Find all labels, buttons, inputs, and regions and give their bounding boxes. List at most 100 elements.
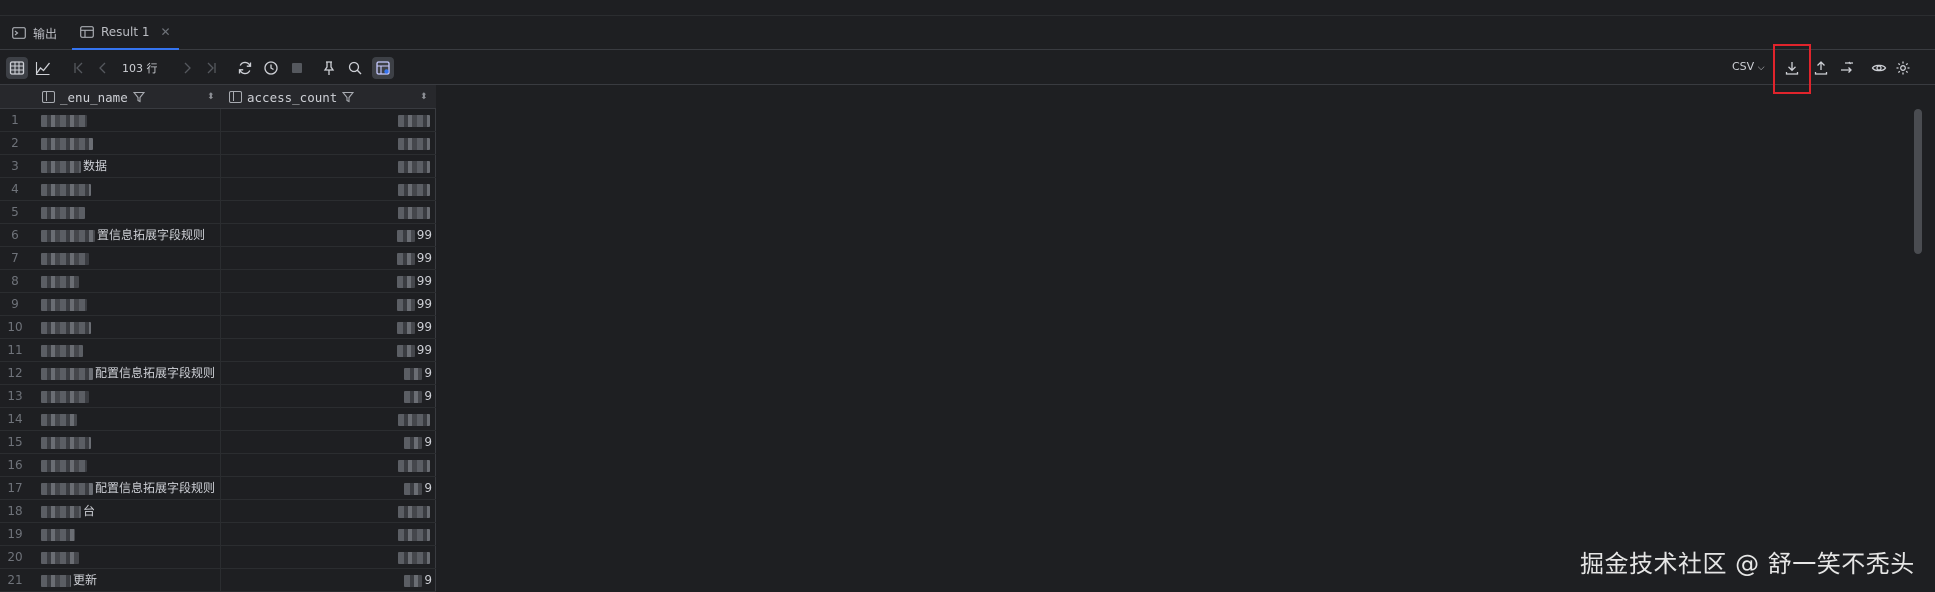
next-page-icon[interactable] xyxy=(176,57,198,79)
grid-view-icon[interactable] xyxy=(6,57,28,79)
redacted-block xyxy=(41,367,93,380)
tab-result-1[interactable]: Result 1 ✕ xyxy=(72,16,179,50)
cell-access-count[interactable] xyxy=(222,408,436,431)
table-row[interactable]: 6 置信息拓展字段规则 99 xyxy=(0,224,436,247)
row-number: 14 xyxy=(7,412,23,426)
compare-icon[interactable] xyxy=(1836,57,1858,79)
cell-menu-name[interactable] xyxy=(41,270,221,293)
cell-access-count[interactable]: 99 xyxy=(222,339,436,362)
pin-icon[interactable] xyxy=(318,57,340,79)
upload-icon[interactable] xyxy=(1810,57,1832,79)
chart-view-icon[interactable] xyxy=(32,57,54,79)
cell-access-count[interactable] xyxy=(222,178,436,201)
table-row[interactable]: 19 xyxy=(0,523,436,546)
table-row[interactable]: 13 9 xyxy=(0,385,436,408)
table-row[interactable]: 10 99 xyxy=(0,316,436,339)
cell-access-count[interactable] xyxy=(222,523,436,546)
cell-text: 更新 xyxy=(73,573,98,587)
table-row[interactable]: 2 xyxy=(0,132,436,155)
cell-menu-name[interactable]: 置信息拓展字段规则 xyxy=(41,224,221,247)
cell-access-count[interactable] xyxy=(222,546,436,569)
cell-access-count[interactable] xyxy=(222,132,436,155)
table-row[interactable]: 9 99 xyxy=(0,293,436,316)
cell-access-count[interactable] xyxy=(222,109,436,132)
view-settings-icon[interactable] xyxy=(372,57,394,79)
stop-icon[interactable] xyxy=(286,57,308,79)
cell-menu-name[interactable] xyxy=(41,431,221,454)
cell-access-count[interactable]: 9 xyxy=(222,431,436,454)
cell-menu-name[interactable] xyxy=(41,385,221,408)
table-row[interactable]: 1 xyxy=(0,109,436,132)
history-icon[interactable] xyxy=(260,57,282,79)
redacted-block xyxy=(398,551,430,564)
filter-icon[interactable] xyxy=(342,91,355,103)
cell-menu-name[interactable]: 台 xyxy=(41,500,221,523)
cell-menu-name[interactable] xyxy=(41,339,221,362)
table-row[interactable]: 8 99 xyxy=(0,270,436,293)
cell-access-count[interactable]: 9 xyxy=(222,569,436,592)
cell-access-count[interactable]: 9 xyxy=(222,362,436,385)
cell-access-count[interactable] xyxy=(222,201,436,224)
cell-menu-name[interactable]: 配置信息拓展字段规则 xyxy=(41,362,221,385)
table-row[interactable]: 14 xyxy=(0,408,436,431)
cell-menu-name[interactable] xyxy=(41,132,221,155)
last-page-icon[interactable] xyxy=(200,57,222,79)
cell-menu-name[interactable] xyxy=(41,546,221,569)
table-row[interactable]: 7 99 xyxy=(0,247,436,270)
cell-menu-name[interactable] xyxy=(41,178,221,201)
table-row[interactable]: 5 xyxy=(0,201,436,224)
cell-access-count[interactable]: 99 xyxy=(222,293,436,316)
cell-text: 99 xyxy=(416,251,432,265)
table-row[interactable]: 16 xyxy=(0,454,436,477)
tab-output[interactable]: 输出 xyxy=(4,16,65,50)
cell-access-count[interactable]: 9 xyxy=(222,477,436,500)
close-icon[interactable]: ✕ xyxy=(161,25,171,39)
cell-access-count[interactable]: 99 xyxy=(222,247,436,270)
cell-access-count[interactable]: 9 xyxy=(222,385,436,408)
table-row[interactable]: 18 台 xyxy=(0,500,436,523)
cell-menu-name[interactable] xyxy=(41,201,221,224)
column-header-menu-name[interactable]: _enu_name xyxy=(42,85,145,109)
cell-access-count[interactable]: 99 xyxy=(222,270,436,293)
row-count-selector[interactable]: 103 行 xyxy=(122,60,158,76)
table-row[interactable]: 11 99 xyxy=(0,339,436,362)
cell-menu-name[interactable] xyxy=(41,316,221,339)
table-row[interactable]: 15 9 xyxy=(0,431,436,454)
gear-icon[interactable] xyxy=(1892,57,1914,79)
cell-access-count[interactable] xyxy=(222,155,436,178)
refresh-icon[interactable] xyxy=(234,57,256,79)
table-icon xyxy=(80,26,94,38)
table-row[interactable]: 20 xyxy=(0,546,436,569)
table-row[interactable]: 21 更新 9 xyxy=(0,569,436,592)
search-icon[interactable] xyxy=(344,57,366,79)
table-row[interactable]: 17 配置信息拓展字段规则 9 xyxy=(0,477,436,500)
cell-access-count[interactable]: 99 xyxy=(222,316,436,339)
cell-menu-name[interactable] xyxy=(41,247,221,270)
cell-menu-name[interactable]: 更新 xyxy=(41,569,221,592)
first-page-icon[interactable] xyxy=(68,57,90,79)
filter-icon[interactable] xyxy=(132,91,145,103)
sort-icon[interactable]: ⬍ xyxy=(207,85,215,109)
export-format-selector[interactable]: CSV ⌵ xyxy=(1732,60,1765,73)
cell-menu-name[interactable] xyxy=(41,293,221,316)
cell-menu-name[interactable] xyxy=(41,523,221,546)
previous-page-icon[interactable] xyxy=(92,57,114,79)
vertical-scrollbar[interactable] xyxy=(1914,109,1922,254)
cell-access-count[interactable]: 99 xyxy=(222,224,436,247)
cell-menu-name[interactable] xyxy=(41,454,221,477)
table-row[interactable]: 3 数据 xyxy=(0,155,436,178)
table-row[interactable]: 12 配置信息拓展字段规则 9 xyxy=(0,362,436,385)
redacted-block xyxy=(398,160,430,173)
cell-access-count[interactable] xyxy=(222,500,436,523)
cell-menu-name[interactable] xyxy=(41,109,221,132)
eye-icon[interactable] xyxy=(1868,57,1890,79)
redacted-block xyxy=(398,413,430,426)
cell-menu-name[interactable]: 配置信息拓展字段规则 xyxy=(41,477,221,500)
sort-icon[interactable]: ⬍ xyxy=(420,85,428,109)
cell-access-count[interactable] xyxy=(222,454,436,477)
cell-menu-name[interactable] xyxy=(41,408,221,431)
column-header-access-count[interactable]: access_count xyxy=(229,85,355,109)
cell-text: 台 xyxy=(83,504,96,518)
table-row[interactable]: 4 xyxy=(0,178,436,201)
cell-menu-name[interactable]: 数据 xyxy=(41,155,221,178)
